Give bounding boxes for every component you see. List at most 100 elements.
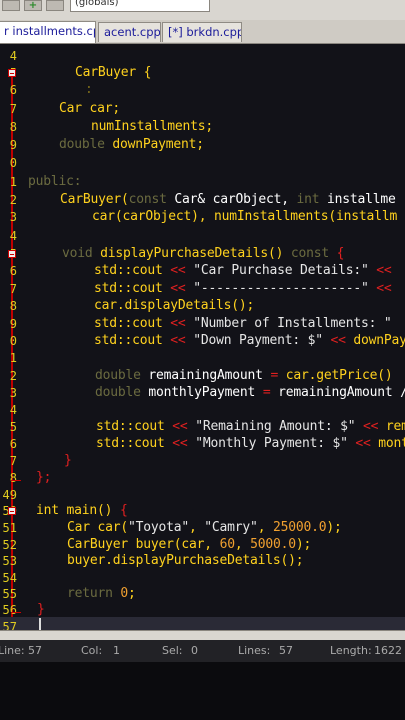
code-token: std::cout: [94, 316, 163, 331]
code-token: "Number of Installments: ": [193, 316, 392, 331]
code-token: car.getPrice(): [285, 368, 393, 383]
code-token: std::cout: [94, 333, 163, 348]
code-token: 60: [219, 537, 235, 552]
code-token: mont: [378, 436, 405, 451]
line-number: 4: [9, 403, 17, 417]
code-line: public:: [28, 174, 82, 190]
tab-installments[interactable]: r installments.cpp: [0, 21, 96, 43]
add-icon[interactable]: +: [24, 0, 42, 11]
line-number: 9: [9, 138, 17, 152]
code-token: <<: [172, 436, 188, 451]
code-token: "Camry": [204, 520, 258, 535]
tab-bar: r installments.cpp acent.cpp [*] brkdn.c…: [0, 20, 405, 44]
line-number: 6: [9, 437, 17, 451]
fold-collapse-icon[interactable]: [8, 69, 16, 77]
fold-collapse-icon[interactable]: [8, 250, 16, 258]
line-number: 7: [9, 454, 17, 468]
status-col-label: Col:: [81, 644, 103, 657]
code-token: <<: [355, 436, 371, 451]
code-token: "Remaining Amount: $": [195, 419, 356, 434]
code-line: void displayPurchaseDetails() const {: [62, 246, 344, 262]
code-token: double: [59, 137, 105, 152]
code-line: numInstallments;: [91, 119, 213, 135]
line-number: 4: [9, 49, 17, 63]
code-token: }: [37, 602, 45, 617]
line-number: 1: [9, 351, 17, 365]
globals-dropdown[interactable]: (globals): [70, 0, 210, 12]
code-token: "Toyota": [128, 520, 190, 535]
status-sel-label: Sel:: [162, 644, 183, 657]
code-token: return: [67, 586, 113, 601]
code-line: CarBuyer {: [75, 65, 151, 81]
toolbar-button[interactable]: [46, 0, 64, 11]
code-token: 5000.0: [250, 537, 296, 552]
code-token: monthlyPayment: [148, 385, 256, 400]
code-token: carObject,: [212, 192, 289, 207]
toolbar-button[interactable]: [2, 0, 20, 11]
code-token: installme: [327, 192, 396, 207]
line-number: 54: [2, 571, 17, 585]
code-token: );: [295, 537, 312, 552]
code-token: <<: [170, 281, 186, 296]
code-line: car.displayDetails();: [94, 298, 254, 314]
code-token: displayPurchaseDetails(): [100, 246, 284, 261]
line-number: 5: [9, 420, 17, 434]
code-token: remainingAmount: [148, 368, 263, 383]
code-token: const: [128, 192, 167, 207]
code-token: <<: [170, 333, 186, 348]
code-line: car(carObject), numInstallments(installm: [92, 209, 397, 225]
code-token: std::cout: [94, 281, 163, 296]
code-token: car;: [89, 101, 121, 116]
code-token: double: [95, 385, 141, 400]
code-line: CarBuyer buyer(car, 60, 5000.0);: [67, 537, 312, 552]
code-token: remainingAmount /: [278, 385, 405, 400]
code-token: 0: [120, 586, 129, 601]
code-token: double: [95, 368, 141, 383]
code-editor[interactable]: CarBuyer { : Car car; numInstallments; d…: [0, 44, 405, 640]
toolbar: + (globals): [0, 0, 405, 21]
code-token: car(carObject), numInstallments(installm: [92, 209, 398, 224]
status-lines-value: 57: [279, 644, 293, 657]
line-number: 56: [2, 603, 17, 617]
code-line: std::cout << "Car Purchase Details:" <<: [94, 263, 392, 279]
status-lines-label: Lines:: [238, 644, 271, 657]
tab-acent[interactable]: acent.cpp: [98, 22, 161, 42]
code-token: );: [326, 520, 342, 535]
code-line: buyer.displayPurchaseDetails();: [67, 553, 304, 569]
code-token: buyer.displayPurchaseDetails();: [67, 553, 304, 568]
code-token: car.displayDetails();: [94, 298, 255, 313]
line-number: 52: [2, 538, 17, 552]
code-token: <<: [363, 419, 379, 434]
code-line: }: [64, 453, 72, 469]
code-token: std::cout: [96, 419, 165, 434]
code-token: CarBuyer(: [60, 192, 129, 207]
code-token: 25000.0: [272, 520, 327, 535]
line-number: 0: [9, 156, 17, 170]
code-token: <<: [172, 419, 188, 434]
tab-brkdn[interactable]: [*] brkdn.cpp: [162, 22, 242, 42]
line-number: 3: [9, 386, 17, 400]
code-line: CarBuyer(const Car& carObject, int insta…: [60, 192, 396, 208]
code-token: "---------------------": [193, 281, 369, 296]
code-token: <<: [376, 263, 392, 278]
monitor-bezel: [0, 662, 405, 720]
code-token: {: [119, 503, 128, 518]
code-line: std::cout << "Remaining Amount: $" << re…: [96, 419, 405, 435]
status-line-value: 57: [28, 644, 42, 657]
code-token: std::cout: [94, 263, 163, 278]
code-line: int main() {: [36, 503, 128, 519]
line-number: 8: [9, 120, 17, 134]
status-sel-value: 0: [191, 644, 198, 657]
status-line-label: Line:: [0, 644, 25, 657]
code-token: Car: [59, 101, 82, 116]
code-token: Car&: [174, 192, 205, 207]
code-token: <<: [170, 316, 186, 331]
code-token: downPayment;: [112, 137, 204, 152]
code-token: }: [64, 453, 72, 468]
code-token: };: [36, 470, 52, 485]
code-line: }: [37, 602, 45, 618]
line-number: 53: [2, 554, 17, 568]
line-number: 7: [9, 102, 17, 116]
fold-collapse-icon[interactable]: [8, 507, 16, 515]
line-number: 9: [9, 317, 17, 331]
